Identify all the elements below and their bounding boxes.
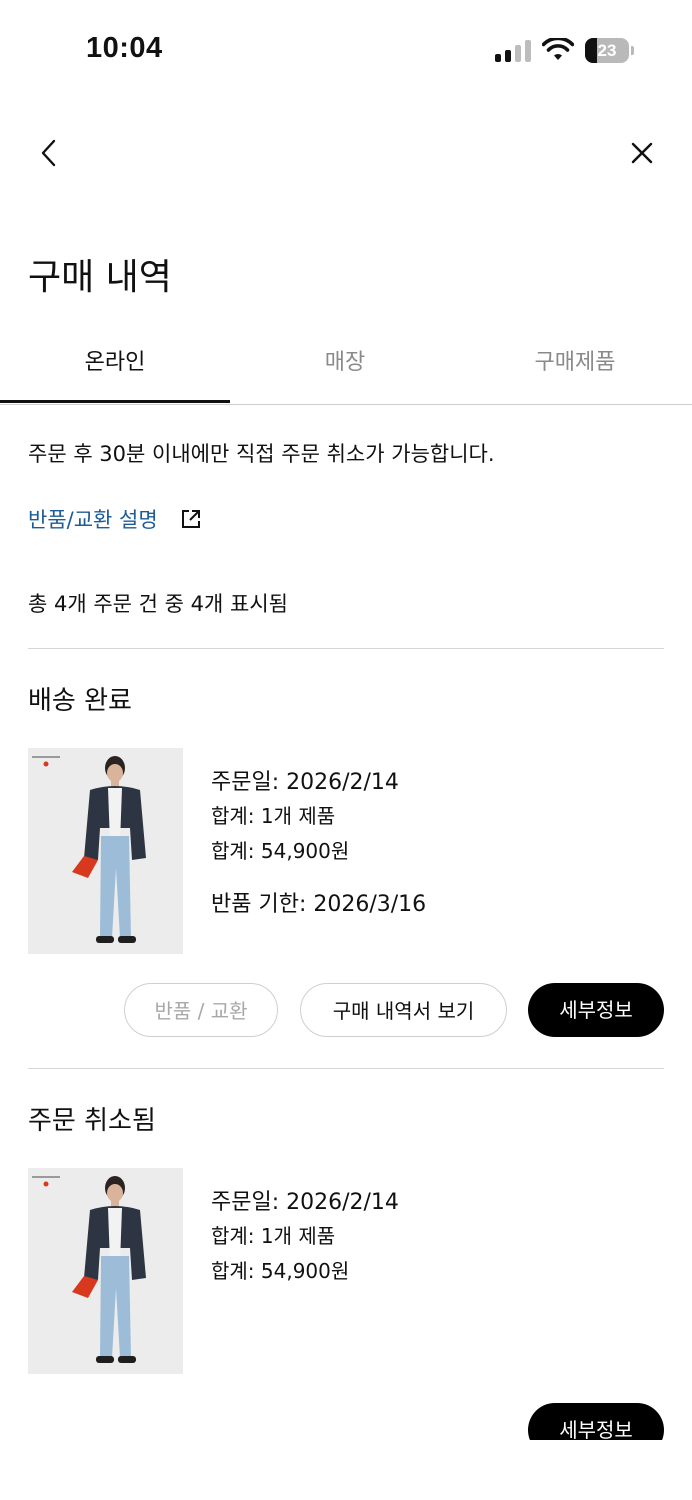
- order-total: 합계: 54,900원: [211, 839, 350, 863]
- status-time: 10:04: [86, 32, 163, 64]
- tab-bar: 온라인 매장 구매제품: [0, 330, 692, 405]
- order-date: 주문일: 2026/2/14: [211, 1190, 399, 1215]
- return-exchange-button[interactable]: 반품 / 교환: [124, 983, 278, 1037]
- order-status: 주문 취소됨: [28, 1106, 156, 1136]
- chevron-left-icon: [41, 139, 56, 167]
- divider: [28, 1068, 664, 1069]
- order-details-button[interactable]: 세부정보: [528, 983, 664, 1037]
- order-total: 합계: 54,900원: [211, 1259, 350, 1283]
- back-button[interactable]: [30, 133, 70, 173]
- return-deadline: 반품 기한: 2026/3/16: [211, 892, 427, 917]
- tab-store[interactable]: 매장: [230, 330, 460, 402]
- close-icon: [631, 142, 653, 164]
- order-count-text: 총 4개 주문 건 중 4개 표시됨: [28, 592, 288, 616]
- cellular-signal-icon: [495, 40, 533, 62]
- external-link-icon: [181, 510, 200, 528]
- active-tab-indicator: [0, 400, 230, 403]
- product-photo-illustration: [28, 1168, 183, 1374]
- order-status: 배송 완료: [28, 686, 132, 716]
- return-exchange-info-label: 반품/교환 설명: [28, 508, 158, 532]
- divider: [28, 648, 664, 649]
- tab-label: 구매제품: [534, 350, 616, 375]
- battery-icon: 23: [585, 38, 629, 63]
- item-count: 합계: 1개 제품: [211, 1224, 336, 1248]
- product-image[interactable]: [28, 1168, 183, 1374]
- view-receipt-button[interactable]: 구매 내역서 보기: [300, 983, 507, 1037]
- page-title: 구매 내역: [28, 257, 172, 298]
- order-date: 주문일: 2026/2/14: [211, 770, 399, 795]
- cancel-notice: 주문 후 30분 이내에만 직접 주문 취소가 가능합니다.: [28, 442, 495, 466]
- wifi-icon: [542, 38, 574, 60]
- tab-online[interactable]: 온라인: [0, 330, 230, 403]
- battery-tip: [631, 46, 634, 55]
- bottom-safe-area: [0, 1440, 692, 1500]
- tab-label: 온라인: [84, 350, 146, 375]
- battery-level: 23: [597, 41, 617, 60]
- product-photo-illustration: [28, 748, 183, 954]
- tab-purchased-products[interactable]: 구매제품: [460, 330, 690, 402]
- close-button[interactable]: [622, 133, 662, 173]
- tab-label: 매장: [324, 350, 366, 375]
- return-exchange-info-link[interactable]: 반품/교환 설명: [28, 504, 202, 534]
- product-image[interactable]: [28, 748, 183, 954]
- item-count: 합계: 1개 제품: [211, 804, 336, 828]
